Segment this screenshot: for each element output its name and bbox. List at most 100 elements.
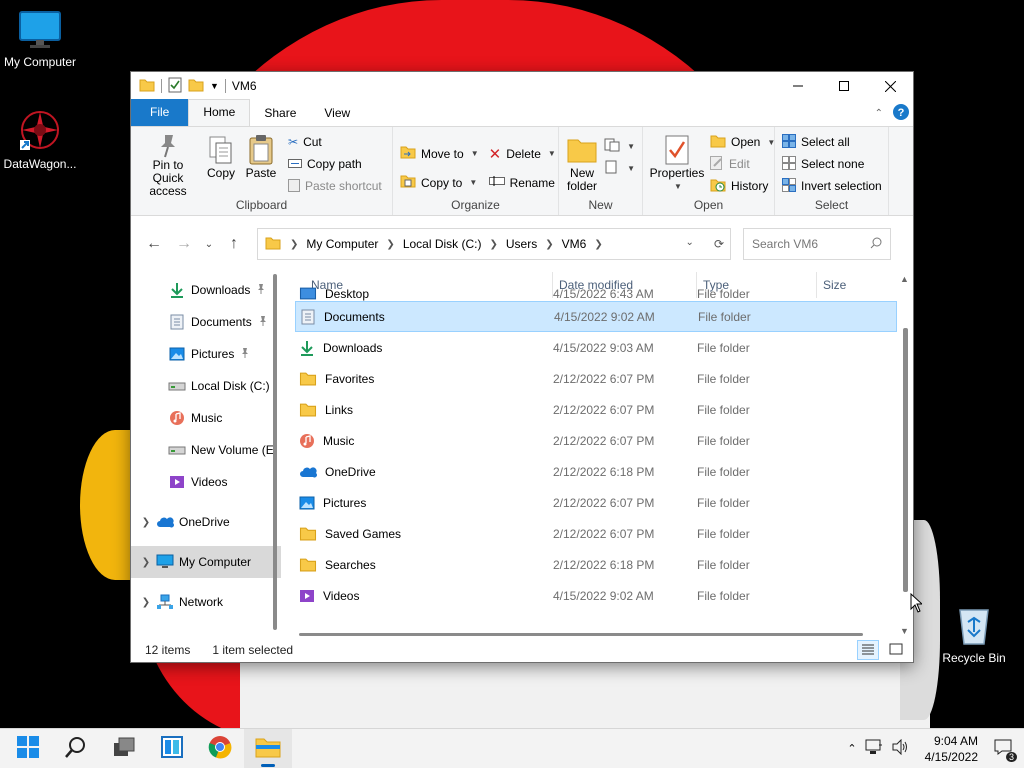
- chevron-right-icon[interactable]: ❯: [490, 239, 498, 250]
- file-row[interactable]: Favorites 2/12/2022 6:07 PM File folder: [295, 363, 897, 394]
- scrollbar-thumb[interactable]: [903, 328, 908, 592]
- chevron-right-icon[interactable]: ❯: [137, 597, 155, 608]
- open-button[interactable]: Open ▼: [707, 131, 778, 153]
- breadcrumb-vm6[interactable]: VM6: [562, 237, 587, 251]
- nav-item-documents[interactable]: Documents: [131, 306, 281, 338]
- tab-view[interactable]: View: [310, 101, 364, 126]
- maximize-button[interactable]: [821, 72, 867, 100]
- file-explorer-taskbar-button[interactable]: [244, 728, 292, 768]
- chevron-right-icon[interactable]: ❯: [137, 517, 155, 528]
- title-bar[interactable]: ▼ VM6: [131, 72, 913, 100]
- copy-to-button[interactable]: Copy to ▼: [397, 168, 482, 197]
- copy-path-button[interactable]: Copy path: [285, 153, 385, 175]
- volume-icon[interactable]: [891, 738, 909, 758]
- file-row[interactable]: Searches 2/12/2022 6:18 PM File folder: [295, 549, 897, 580]
- network-icon[interactable]: [865, 739, 883, 758]
- nav-item-label: Downloads: [191, 283, 251, 297]
- nav-item-network[interactable]: ❯ Network: [131, 586, 281, 618]
- file-row[interactable]: OneDrive 2/12/2022 6:18 PM File folder: [295, 456, 897, 487]
- chevron-up-icon[interactable]: ⌃: [847, 742, 856, 755]
- nav-item-new-volume-e[interactable]: New Volume (E: [131, 434, 281, 466]
- horizontal-scrollbar[interactable]: [299, 630, 863, 638]
- minimize-button[interactable]: [775, 72, 821, 100]
- breadcrumb-local-disk[interactable]: Local Disk (C:): [403, 237, 482, 251]
- nav-scrollbar[interactable]: [273, 274, 277, 630]
- desktop-icon-my-computer[interactable]: My Computer: [0, 10, 80, 69]
- file-row[interactable]: Desktop 4/15/2022 6:43 AM File folder: [295, 281, 897, 301]
- address-dropdown-icon[interactable]: ⌄: [686, 237, 694, 251]
- paste-shortcut-button[interactable]: Paste shortcut: [285, 175, 385, 197]
- new-item-button[interactable]: ▼: [601, 135, 638, 157]
- paste-button[interactable]: Paste: [241, 131, 281, 197]
- help-icon[interactable]: ?: [893, 104, 909, 123]
- widgets-button[interactable]: [148, 729, 196, 768]
- nav-item-my-computer[interactable]: ❯ My Computer: [131, 546, 281, 578]
- edit-button[interactable]: Edit: [707, 153, 778, 175]
- file-row[interactable]: Pictures 2/12/2022 6:07 PM File folder: [295, 487, 897, 518]
- copy-button[interactable]: Copy: [201, 131, 241, 197]
- scroll-up-icon[interactable]: ▲: [900, 274, 909, 284]
- properties-qat-icon[interactable]: [168, 77, 182, 96]
- scrollbar-thumb[interactable]: [299, 633, 863, 636]
- move-to-button[interactable]: Move to ▼: [397, 139, 482, 168]
- file-row[interactable]: Documents 4/15/2022 9:02 AM File folder: [295, 301, 897, 332]
- nav-item-onedrive[interactable]: ❯ OneDrive: [131, 506, 281, 538]
- nav-item-videos[interactable]: Videos: [131, 466, 281, 498]
- notification-button[interactable]: 3: [994, 739, 1017, 762]
- properties-button[interactable]: Properties ▼: [647, 131, 707, 197]
- search-box[interactable]: [743, 228, 891, 260]
- easy-access-button[interactable]: ▼: [601, 157, 638, 179]
- nav-item-music[interactable]: Music: [131, 402, 281, 434]
- history-button[interactable]: History: [707, 175, 778, 197]
- rename-button[interactable]: Rename: [486, 168, 559, 197]
- forward-button[interactable]: →: [169, 229, 199, 259]
- search-taskbar-button[interactable]: [52, 729, 100, 768]
- scroll-down-icon[interactable]: ▼: [900, 626, 909, 636]
- address-bar[interactable]: ❯ My Computer ❯ Local Disk (C:) ❯ Users ❯ VM…: [257, 228, 731, 260]
- collapse-ribbon-icon[interactable]: ⌃: [875, 108, 883, 119]
- clock[interactable]: 9:04 AM 4/15/2022: [917, 733, 986, 765]
- chrome-button[interactable]: [196, 729, 244, 768]
- tab-home[interactable]: Home: [188, 99, 251, 126]
- file-row[interactable]: Music 2/12/2022 6:07 PM File folder: [295, 425, 897, 456]
- new-folder-qat-icon[interactable]: [188, 78, 204, 95]
- chevron-right-icon[interactable]: ❯: [594, 239, 602, 250]
- select-none-button[interactable]: Select none: [779, 153, 885, 175]
- nav-item-downloads[interactable]: Downloads: [131, 274, 281, 306]
- delete-icon: ✕: [488, 145, 502, 163]
- up-button[interactable]: ↑: [219, 229, 249, 259]
- search-input[interactable]: [752, 237, 862, 251]
- chevron-right-icon[interactable]: ❯: [137, 557, 155, 568]
- desktop-icon-recycle-bin[interactable]: Recycle Bin: [934, 604, 1014, 665]
- breadcrumb-my-computer[interactable]: My Computer: [306, 237, 378, 251]
- start-button[interactable]: [4, 729, 52, 768]
- details-view-button[interactable]: [857, 640, 879, 660]
- breadcrumb-users[interactable]: Users: [506, 237, 537, 251]
- invert-selection-button[interactable]: Invert selection: [779, 175, 885, 197]
- chevron-down-icon[interactable]: ▼: [210, 81, 219, 91]
- file-row[interactable]: Downloads 4/15/2022 9:03 AM File folder: [295, 332, 897, 363]
- chevron-right-icon[interactable]: ❯: [545, 239, 553, 250]
- large-icons-view-button[interactable]: [885, 640, 907, 660]
- chevron-right-icon[interactable]: ❯: [290, 239, 298, 250]
- recent-locations-button[interactable]: ⌄: [199, 229, 219, 259]
- close-button[interactable]: [867, 72, 913, 100]
- pin-to-quick-access-button[interactable]: Pin to Quick access: [135, 131, 201, 198]
- chevron-right-icon[interactable]: ❯: [386, 239, 394, 250]
- new-folder-button[interactable]: New folder: [563, 131, 601, 197]
- nav-item-pictures[interactable]: Pictures: [131, 338, 281, 370]
- tab-file[interactable]: File: [131, 99, 189, 126]
- select-all-button[interactable]: Select all: [779, 131, 885, 153]
- delete-button[interactable]: ✕ Delete ▼: [486, 139, 559, 168]
- tab-share[interactable]: Share: [250, 101, 310, 126]
- cut-button[interactable]: ✂ Cut: [285, 131, 385, 153]
- back-button[interactable]: ←: [139, 229, 169, 259]
- desktop-icon-datawagon[interactable]: DataWagon...: [0, 108, 80, 171]
- file-row[interactable]: Links 2/12/2022 6:07 PM File folder: [295, 394, 897, 425]
- nav-item-local-disk-c[interactable]: Local Disk (C:): [131, 370, 281, 402]
- file-row[interactable]: Videos 4/15/2022 9:02 AM File folder: [295, 580, 897, 611]
- file-row[interactable]: Saved Games 2/12/2022 6:07 PM File folder: [295, 518, 897, 549]
- refresh-icon[interactable]: ⟳: [714, 237, 724, 251]
- vertical-scrollbar[interactable]: ▲ ▼: [897, 272, 913, 638]
- task-view-button[interactable]: [100, 729, 148, 768]
